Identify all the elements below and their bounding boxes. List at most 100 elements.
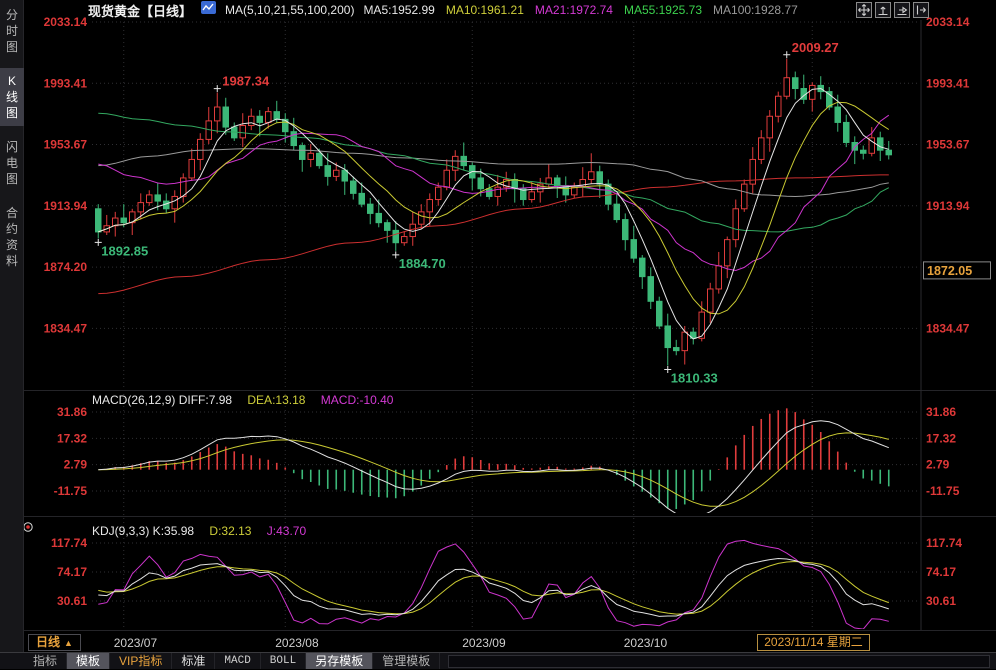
series-line [98,149,889,197]
indicator-settings-icon[interactable] [24,523,32,531]
macd-tick-right: 17.32 [926,431,956,445]
candle-body [342,170,348,181]
month-label: 2023/10 [624,636,667,650]
tabbar-empty-area [448,655,990,668]
ma-values: MA5:1952.99MA10:1961.21MA21:1972.74MA55:… [363,3,797,17]
gridlines [24,20,996,631]
candle-body [725,240,731,266]
candle-body [784,78,790,97]
low-annotation: 1884.70 [399,256,446,271]
header-toolbar [856,2,929,18]
candle-body [546,178,552,184]
price-tick-right: 1993.41 [926,76,970,90]
tab-MACD[interactable]: MACD [215,653,260,669]
month-label: 2023/09 [462,636,505,650]
kdj-tick-left: 117.74 [51,536,87,550]
candle-body [300,146,306,160]
candle-body [657,301,663,326]
period-selector[interactable]: 日线▲ [28,634,81,651]
candle-body [835,107,841,122]
candle-body [776,96,782,116]
candle-body [886,150,892,155]
candles [96,59,892,366]
month-label: 2023/07 [114,636,157,650]
tab-标准[interactable]: 标准 [172,653,215,669]
macd-hist-value: MACD:-10.40 [321,393,394,407]
tab-BOLL[interactable]: BOLL [261,653,306,669]
chart-canvas[interactable]: 1987.342009.271892.851884.701810.332033.… [0,0,996,669]
candle-body [215,107,221,121]
candle-body [147,195,153,203]
macd-tick-right: 2.79 [926,458,950,472]
extreme-marker-icon [214,85,221,92]
candle-body [487,189,493,197]
tab-另存模板[interactable]: 另存模板 [306,653,373,669]
price-tick-right: 1953.67 [926,138,970,152]
ma-value-ma5: MA5:1952.99 [363,3,434,17]
sidebar-item-3[interactable]: 合约资料 [0,200,24,274]
candle-body [274,112,280,120]
macd-tick-left: 17.32 [57,431,87,445]
kdj-tick-left: 74.17 [57,565,87,579]
tab-指标[interactable]: 指标 [24,653,67,669]
price-tick-left: 1913.94 [44,199,88,213]
candle-body [767,116,773,138]
candle-body [223,107,229,127]
ma-value-ma55: MA55:1925.73 [624,3,702,17]
sidebar: 分时图 K线图闪电图合约资料 [0,0,24,669]
candle-body [334,170,340,176]
tab-管理模板[interactable]: 管理模板 [373,653,440,669]
shift-right-icon[interactable] [913,2,929,18]
candle-body [640,258,646,277]
price-tick-left: 1953.67 [44,138,88,152]
candle-body [172,196,178,208]
series-line [98,175,889,294]
candle-body [266,112,272,123]
macd-tick-right: -11.75 [926,484,960,498]
play-scale-icon[interactable] [894,2,910,18]
tab-VIP指标[interactable]: VIP指标 [110,653,172,669]
candle-body [699,312,705,338]
macd-dea-value: DEA:13.18 [247,393,305,407]
candle-body [589,172,595,180]
price-tick-left: 1834.47 [44,321,88,335]
sidebar-item-0[interactable]: 分时图 [0,2,24,60]
low-annotation: 1892.85 [101,243,148,258]
candle-body [257,116,263,122]
macd-tick-left: 2.79 [64,458,88,472]
kdj-d-value: D:32.13 [209,524,251,538]
auto-scale-icon[interactable] [875,2,891,18]
candle-body [878,138,884,150]
macd-tick-left: -11.75 [54,484,88,498]
sidebar-item-2[interactable]: 闪电图 [0,134,24,192]
candle-body [427,200,433,212]
series-line [98,562,889,615]
ma-settings-label[interactable]: MA(5,10,21,55,100,200) [225,3,354,17]
move-icon[interactable] [856,2,872,18]
sidebar-item-1[interactable]: K线图 [0,68,24,126]
candle-body [444,170,450,187]
candle-body [436,187,442,199]
price-tick-left: 1874.20 [44,260,88,274]
macd-header: MACD(26,12,9) DIFF:7.98 DEA:13.18 MACD:-… [92,393,393,407]
candle-body [631,240,637,259]
line-chart-logo-icon [201,1,216,19]
high-annotation: 1987.34 [222,74,270,89]
kdj-tick-right: 74.17 [926,565,956,579]
candle-body [96,209,102,232]
candle-body [376,213,382,222]
macd-tick-right: 31.86 [926,405,956,419]
kdj-tick-left: 30.61 [57,594,87,608]
tab-模板[interactable]: 模板 [67,653,110,669]
current-price-tag: 1872.05 [924,262,991,279]
candle-body [189,159,195,178]
kdj-tick-right: 30.61 [926,594,956,608]
macd-panel [98,408,889,517]
kdj-panel [98,540,889,629]
candle-body [393,230,399,242]
candle-body [419,212,425,224]
candle-body [155,195,161,201]
candle-body [810,85,816,99]
ma-value-ma100: MA100:1928.77 [713,3,798,17]
candle-body [291,132,297,146]
